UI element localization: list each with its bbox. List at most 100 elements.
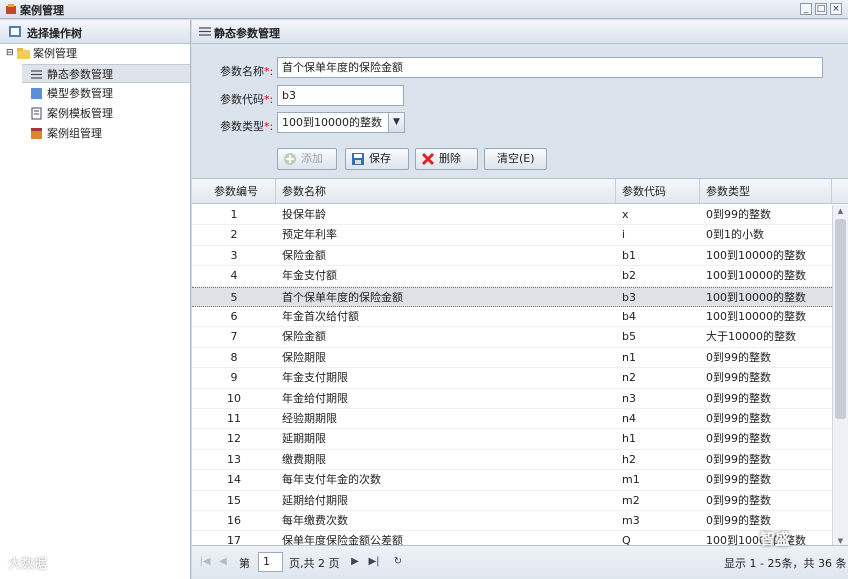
- cell-name: 年金支付期限: [282, 371, 348, 385]
- cell-id: 1: [230, 208, 238, 221]
- cell-type: 100到10000的整数: [706, 310, 806, 323]
- cell-name: 缴费期限: [282, 452, 326, 466]
- column-header-id[interactable]: 参数编号: [192, 179, 276, 204]
- table-row[interactable]: 3 保险金额 b1 100到10000的整数: [192, 246, 832, 267]
- cell-id: 16: [227, 514, 241, 527]
- collapse-icon[interactable]: ⊟: [6, 44, 14, 63]
- table-row[interactable]: 9 年金支付期限 n2 0到99的整数: [192, 368, 832, 389]
- window-titlebar: 案例管理 _ □ ×: [0, 0, 848, 19]
- first-page-icon[interactable]: |◀: [198, 555, 212, 569]
- table-row[interactable]: 7 保险金额 b5 大于10000的整数: [192, 327, 832, 348]
- param-type-label: 参数类型*:: [220, 120, 274, 133]
- cell-id: 8: [230, 350, 238, 364]
- cell-name: 每年支付年金的次数: [282, 473, 381, 487]
- clear-button[interactable]: 清空(E): [484, 148, 547, 170]
- main-panel: 静态参数管理 参数名称*: 首个保单年度的保险金额 参数代码*: b3 参数类型…: [192, 20, 848, 579]
- cell-type: 100到10000的整数: [706, 269, 806, 283]
- param-name-field[interactable]: 首个保单年度的保险金额: [277, 57, 823, 78]
- table-row[interactable]: 17 保单年度保险金额公差额 Q 100到10000的整数: [192, 531, 832, 545]
- column-header-code[interactable]: 参数代码: [616, 179, 700, 204]
- grid-header: 参数编号 参数名称 参数代码 参数类型: [192, 179, 848, 204]
- package-icon: [31, 128, 42, 139]
- tree-node-case-management[interactable]: ⊟ 案例管理: [0, 44, 190, 63]
- cell-type: 100到10000的整数: [706, 248, 806, 262]
- cell-code: m2: [622, 493, 640, 507]
- cell-code: b5: [622, 330, 636, 344]
- cell-code: h1: [622, 432, 636, 446]
- cell-type: 100到10000的整数: [706, 290, 806, 304]
- param-code-field[interactable]: b3: [277, 85, 404, 106]
- cell-name: 经验期期限: [282, 412, 337, 425]
- tree-node-case-template[interactable]: 案例模板管理: [22, 104, 190, 123]
- cell-code: n3: [622, 391, 636, 405]
- prev-page-icon[interactable]: ◀: [216, 555, 230, 569]
- param-form: 参数名称*: 首个保单年度的保险金额 参数代码*: b3 参数类型*: 100到…: [192, 44, 848, 197]
- table-row[interactable]: 10 年金给付期限 n3 0到99的整数: [192, 389, 832, 409]
- param-code-label: 参数代码*:: [220, 93, 274, 106]
- chevron-down-icon[interactable]: ▼: [388, 113, 404, 132]
- grid-body: 1 投保年龄 x 0到99的整数 2 预定年利率 i 0到1的小数 3 保险金额 b1 100到100…: [192, 205, 832, 545]
- table-row[interactable]: 16 每年缴费次数 m3 0到99的整数: [192, 511, 832, 532]
- page-suffix: 页,共 2 页: [289, 557, 340, 570]
- delete-icon: [421, 152, 435, 166]
- tree-node-case-group[interactable]: 案例组管理: [22, 124, 190, 143]
- cell-id: 7: [230, 330, 238, 344]
- pager: |◀ ◀ 第 1 页,共 2 页 ▶ ▶| ↻ 显示 1 - 25条，共 36 …: [192, 545, 848, 579]
- tree-node-model-params[interactable]: 模型参数管理: [22, 84, 190, 103]
- next-page-icon[interactable]: ▶: [348, 555, 362, 569]
- cell-name: 延期给付期限: [282, 493, 348, 507]
- table-row[interactable]: 13 缴费期限 h2 0到99的整数: [192, 450, 832, 471]
- cell-name: 投保年龄: [282, 208, 326, 221]
- close-icon[interactable]: ×: [830, 3, 842, 15]
- save-button[interactable]: 保存: [345, 148, 409, 170]
- table-row[interactable]: 11 经验期期限 n4 0到99的整数: [192, 409, 832, 430]
- param-name-label: 参数名称*:: [220, 65, 274, 78]
- scrollbar-thumb[interactable]: [835, 219, 846, 419]
- param-type-value: 100到10000的整数: [282, 116, 382, 129]
- cell-name: 每年缴费次数: [282, 514, 348, 527]
- table-row[interactable]: 15 延期给付期限 m2 0到99的整数: [192, 491, 832, 511]
- cell-id: 10: [227, 391, 241, 405]
- param-type-select[interactable]: 100到10000的整数 ▼: [277, 112, 405, 133]
- cell-code: Q: [622, 534, 631, 545]
- maximize-icon[interactable]: □: [815, 3, 827, 15]
- folder-icon: [17, 48, 30, 59]
- tree-node-label: 模型参数管理: [47, 87, 113, 100]
- cell-code: m1: [622, 473, 640, 487]
- scroll-down-icon[interactable]: ▼: [833, 535, 848, 545]
- last-page-icon[interactable]: ▶|: [367, 555, 381, 569]
- cell-id: 4: [230, 269, 238, 283]
- page-number-input[interactable]: 1: [258, 552, 283, 572]
- cell-code: b4: [622, 310, 636, 323]
- table-row[interactable]: 5 首个保单年度的保险金额 b3 100到10000的整数: [192, 286, 832, 307]
- grid-scrollbar[interactable]: ▲ ▼: [832, 205, 848, 545]
- table-row[interactable]: 8 保险期限 n1 0到99的整数: [192, 348, 832, 369]
- scroll-up-icon[interactable]: ▲: [833, 205, 848, 217]
- cell-type: 0到99的整数: [706, 371, 771, 385]
- param-grid: 参数编号 参数名称 参数代码 参数类型 1 投保年龄 x 0到99的整数 2 预定年利率 i…: [192, 178, 848, 545]
- table-row[interactable]: 4 年金支付额 b2 100到10000的整数: [192, 266, 832, 287]
- delete-button[interactable]: 删除: [415, 148, 478, 170]
- table-row[interactable]: 14 每年支付年金的次数 m1 0到99的整数: [192, 470, 832, 491]
- cell-type: 0到99的整数: [706, 412, 771, 425]
- column-header-type[interactable]: 参数类型: [700, 179, 832, 204]
- watermark-left: 大数据: [8, 557, 48, 572]
- table-row[interactable]: 1 投保年龄 x 0到99的整数: [192, 205, 832, 226]
- table-row[interactable]: 2 预定年利率 i 0到1的小数: [192, 225, 832, 246]
- add-button[interactable]: 添加: [277, 148, 337, 170]
- cell-code: b3: [622, 290, 636, 304]
- minimize-icon[interactable]: _: [800, 3, 812, 15]
- cell-id: 9: [230, 371, 238, 385]
- page-prefix: 第: [239, 557, 250, 570]
- save-icon: [352, 153, 364, 165]
- column-header-name[interactable]: 参数名称: [276, 179, 616, 204]
- column-header-spacer: [832, 179, 848, 204]
- table-row[interactable]: 6 年金首次给付额 b4 100到10000的整数: [192, 307, 832, 328]
- table-row[interactable]: 12 延期期限 h1 0到99的整数: [192, 429, 832, 450]
- tree-node-label: 案例模板管理: [47, 107, 113, 120]
- refresh-icon[interactable]: ↻: [391, 555, 405, 569]
- tree-node-static-params[interactable]: 静态参数管理: [22, 64, 190, 83]
- tree-node-label: 案例组管理: [47, 127, 102, 140]
- cell-type: 0到99的整数: [706, 350, 771, 364]
- cell-name: 年金首次给付额: [282, 310, 359, 323]
